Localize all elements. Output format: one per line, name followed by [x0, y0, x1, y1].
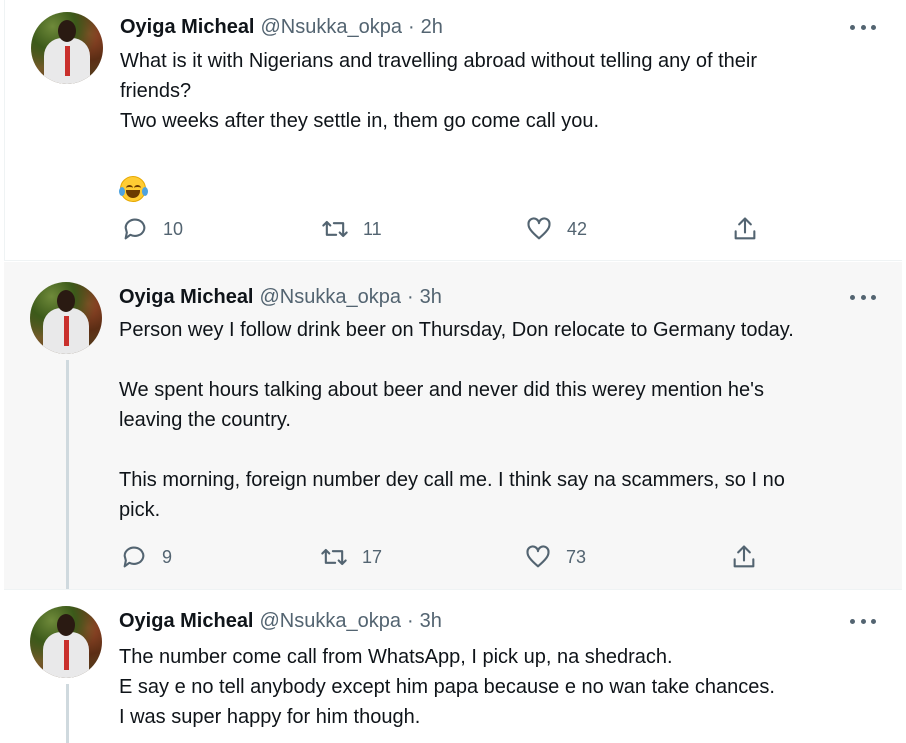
- retweet-count: 11: [363, 218, 382, 239]
- separator: ·: [406, 286, 414, 308]
- tweet-line: pick.: [119, 499, 161, 521]
- tweet-line: Two weeks after they settle in, them go …: [120, 110, 600, 132]
- like-button[interactable]: 73: [524, 543, 586, 571]
- heart-icon: [526, 545, 550, 568]
- timestamp[interactable]: 2h: [421, 16, 443, 39]
- share-icon: [733, 545, 755, 568]
- timestamp[interactable]: 3h: [420, 286, 442, 309]
- reply-icon: [124, 218, 146, 240]
- separator: ·: [406, 610, 414, 632]
- tweet-line: The number come call from WhatsApp, I pi…: [119, 646, 673, 668]
- avatar[interactable]: [31, 12, 103, 84]
- tweet-actions: 10 11 42: [121, 215, 761, 245]
- tweet-line: What is it with Nigerians and travelling…: [120, 50, 757, 72]
- like-button[interactable]: 42: [525, 215, 587, 243]
- tweet-header: Oyiga Micheal @Nsukka_okpa · 2h: [120, 16, 443, 39]
- face-with-tears-of-joy-emoji: [119, 176, 148, 202]
- author-handle[interactable]: @Nsukka_okpa: [260, 610, 401, 633]
- share-icon: [734, 217, 756, 240]
- tweet[interactable]: Oyiga Micheal @Nsukka_okpa · 3h The numb…: [4, 590, 902, 743]
- tweet-header: Oyiga Micheal @Nsukka_okpa · 3h: [119, 610, 442, 633]
- retweet-button[interactable]: 17: [320, 543, 382, 571]
- heart-icon: [527, 217, 551, 240]
- timestamp[interactable]: 3h: [420, 610, 442, 633]
- tweet-line: This morning, foreign number dey call me…: [119, 469, 785, 491]
- retweet-icon: [322, 220, 348, 238]
- share-button[interactable]: [731, 215, 773, 243]
- tweet-text: The number come call from WhatsApp, I pi…: [119, 642, 880, 732]
- more-icon[interactable]: [850, 292, 876, 302]
- reply-button[interactable]: 9: [120, 543, 172, 571]
- tweet-line: E say e no tell anybody except him papa …: [119, 676, 775, 698]
- author-name[interactable]: Oyiga Micheal: [119, 286, 254, 309]
- tweet[interactable]: Oyiga Micheal @Nsukka_okpa · 3h Person w…: [4, 262, 902, 590]
- author-handle[interactable]: @Nsukka_okpa: [261, 16, 402, 39]
- tweet-actions: 9 17 73: [120, 543, 760, 573]
- tweet-line: I was super happy for him though.: [119, 706, 421, 728]
- tweet-line: We spent hours talking about beer and ne…: [119, 379, 764, 401]
- like-count: 42: [567, 218, 588, 239]
- author-name[interactable]: Oyiga Micheal: [120, 16, 255, 39]
- more-icon[interactable]: [850, 616, 876, 626]
- tweet-text: What is it with Nigerians and travelling…: [119, 46, 880, 211]
- reply-button[interactable]: 10: [121, 215, 183, 243]
- tweet-line: Person wey I follow drink beer on Thursd…: [119, 319, 794, 341]
- author-name[interactable]: Oyiga Micheal: [119, 610, 254, 633]
- tweet-line: friends?: [120, 80, 192, 102]
- more-icon[interactable]: [850, 22, 876, 32]
- avatar[interactable]: [30, 606, 102, 678]
- tweet-header: Oyiga Micheal @Nsukka_okpa · 3h: [119, 286, 442, 309]
- reply-icon: [123, 546, 145, 568]
- retweet-button[interactable]: 11: [321, 215, 382, 243]
- tweet-line: leaving the country.: [119, 409, 291, 431]
- like-count: 73: [566, 546, 587, 567]
- share-button[interactable]: [730, 543, 772, 571]
- thread-line: [66, 360, 69, 589]
- separator: ·: [407, 16, 415, 38]
- thread-line: [66, 684, 69, 743]
- author-handle[interactable]: @Nsukka_okpa: [260, 286, 401, 309]
- reply-count: 10: [163, 218, 184, 239]
- tweet[interactable]: Oyiga Micheal @Nsukka_okpa · 2h What is …: [4, 0, 902, 261]
- retweet-count: 17: [362, 546, 383, 567]
- avatar[interactable]: [30, 282, 102, 354]
- tweet-text: Person wey I follow drink beer on Thursd…: [119, 315, 880, 525]
- retweet-icon: [321, 548, 347, 566]
- reply-count: 9: [162, 546, 173, 567]
